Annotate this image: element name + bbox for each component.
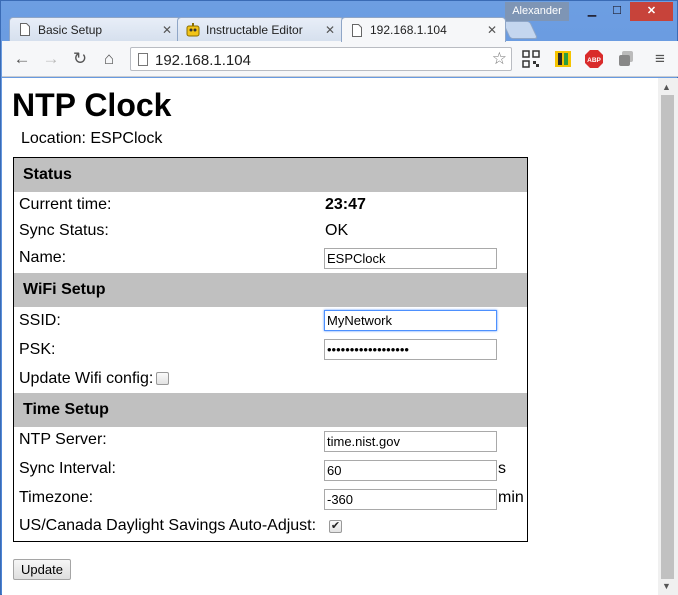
browser-window: Basic Setup ✕ Instructable Editor ✕ 192.… bbox=[0, 0, 678, 595]
qr-code-icon[interactable] bbox=[522, 50, 540, 68]
bookmark-star-icon[interactable]: ☆ bbox=[492, 49, 507, 69]
address-bar[interactable]: ☆ bbox=[130, 47, 512, 71]
section-status-heading: Status bbox=[14, 158, 527, 192]
page-icon bbox=[18, 23, 32, 37]
update-wifi-label: Update Wifi config: bbox=[19, 370, 154, 387]
name-field[interactable] bbox=[324, 248, 497, 269]
sync-interval-unit: s bbox=[498, 460, 506, 477]
current-time-label: Current time: bbox=[19, 196, 112, 213]
ntp-server-field[interactable] bbox=[324, 431, 497, 452]
ssid-label: SSID: bbox=[19, 312, 61, 329]
profile-button[interactable]: Alexander bbox=[505, 2, 569, 21]
scroll-up-icon[interactable]: ▲ bbox=[662, 82, 671, 92]
menu-icon[interactable]: ≡ bbox=[650, 49, 670, 69]
new-tab-button[interactable] bbox=[501, 21, 539, 39]
page-title: NTP Clock bbox=[12, 87, 172, 123]
update-wifi-checkbox[interactable] bbox=[156, 372, 169, 385]
name-label: Name: bbox=[19, 249, 67, 266]
adblock-icon[interactable]: ABP bbox=[585, 50, 603, 68]
reload-icon[interactable]: ↻ bbox=[70, 49, 90, 69]
tab-strip: Basic Setup ✕ Instructable Editor ✕ 192.… bbox=[1, 1, 678, 42]
tab-title: Instructable Editor bbox=[206, 22, 303, 37]
tab-close-icon[interactable]: ✕ bbox=[162, 23, 172, 37]
sync-status-label: Sync Status: bbox=[19, 222, 109, 239]
update-button[interactable]: Update bbox=[13, 559, 71, 580]
back-icon[interactable]: ← bbox=[12, 49, 32, 69]
ssid-field[interactable] bbox=[324, 310, 497, 331]
scrollbar-thumb[interactable] bbox=[661, 95, 674, 579]
browser-toolbar: ← → ↻ ⌂ ☆ ABP ≡ bbox=[2, 41, 678, 77]
svg-text:ABP: ABP bbox=[587, 57, 601, 64]
tab-instructable-editor[interactable]: Instructable Editor ✕ bbox=[177, 17, 344, 41]
dst-label: US/Canada Daylight Savings Auto-Adjust: bbox=[19, 517, 317, 534]
settings-panel: Status Current time: 23:47 Sync Status: … bbox=[13, 157, 528, 542]
tab-active[interactable]: 192.168.1.104 ✕ bbox=[341, 17, 506, 42]
timezone-label: Timezone: bbox=[19, 489, 94, 506]
robot-icon bbox=[186, 22, 200, 37]
sync-interval-field[interactable] bbox=[324, 460, 497, 481]
tab-close-icon[interactable]: ✕ bbox=[325, 23, 335, 37]
maximize-icon[interactable]: ☐ bbox=[605, 2, 629, 21]
tab-title: 192.168.1.104 bbox=[370, 23, 447, 37]
psk-field[interactable] bbox=[324, 339, 497, 360]
home-icon[interactable]: ⌂ bbox=[99, 49, 119, 69]
section-time-heading: Time Setup bbox=[14, 393, 527, 427]
copy-icon[interactable] bbox=[617, 50, 635, 68]
page-icon bbox=[350, 23, 364, 37]
vertical-scrollbar[interactable]: ▲ ▼ bbox=[658, 78, 678, 595]
psk-label: PSK: bbox=[19, 341, 56, 358]
close-window-icon[interactable]: ✕ bbox=[630, 2, 673, 21]
sync-status-value: OK bbox=[325, 222, 349, 239]
tab-title: Basic Setup bbox=[38, 22, 103, 37]
tab-basic-setup[interactable]: Basic Setup ✕ bbox=[9, 17, 181, 41]
tab-close-icon[interactable]: ✕ bbox=[487, 23, 497, 37]
location-label: Location: ESPClock bbox=[21, 130, 163, 147]
timezone-field[interactable] bbox=[324, 489, 497, 510]
minimize-icon[interactable]: ▁ bbox=[579, 2, 605, 21]
section-wifi-heading: WiFi Setup bbox=[14, 273, 527, 307]
url-input[interactable] bbox=[155, 51, 485, 69]
forward-icon[interactable]: → bbox=[41, 49, 61, 69]
dst-checkbox[interactable]: ✔ bbox=[329, 520, 342, 533]
timezone-unit: min bbox=[498, 489, 524, 506]
current-time-value: 23:47 bbox=[325, 196, 366, 213]
sync-interval-label: Sync Interval: bbox=[19, 460, 116, 477]
page-info-icon[interactable] bbox=[138, 53, 148, 66]
bookmark-extension-icon[interactable] bbox=[554, 50, 572, 68]
ntp-server-label: NTP Server: bbox=[19, 431, 107, 448]
page-content: NTP Clock Location: ESPClock Status Curr… bbox=[2, 78, 658, 595]
scroll-down-icon[interactable]: ▼ bbox=[662, 581, 671, 591]
